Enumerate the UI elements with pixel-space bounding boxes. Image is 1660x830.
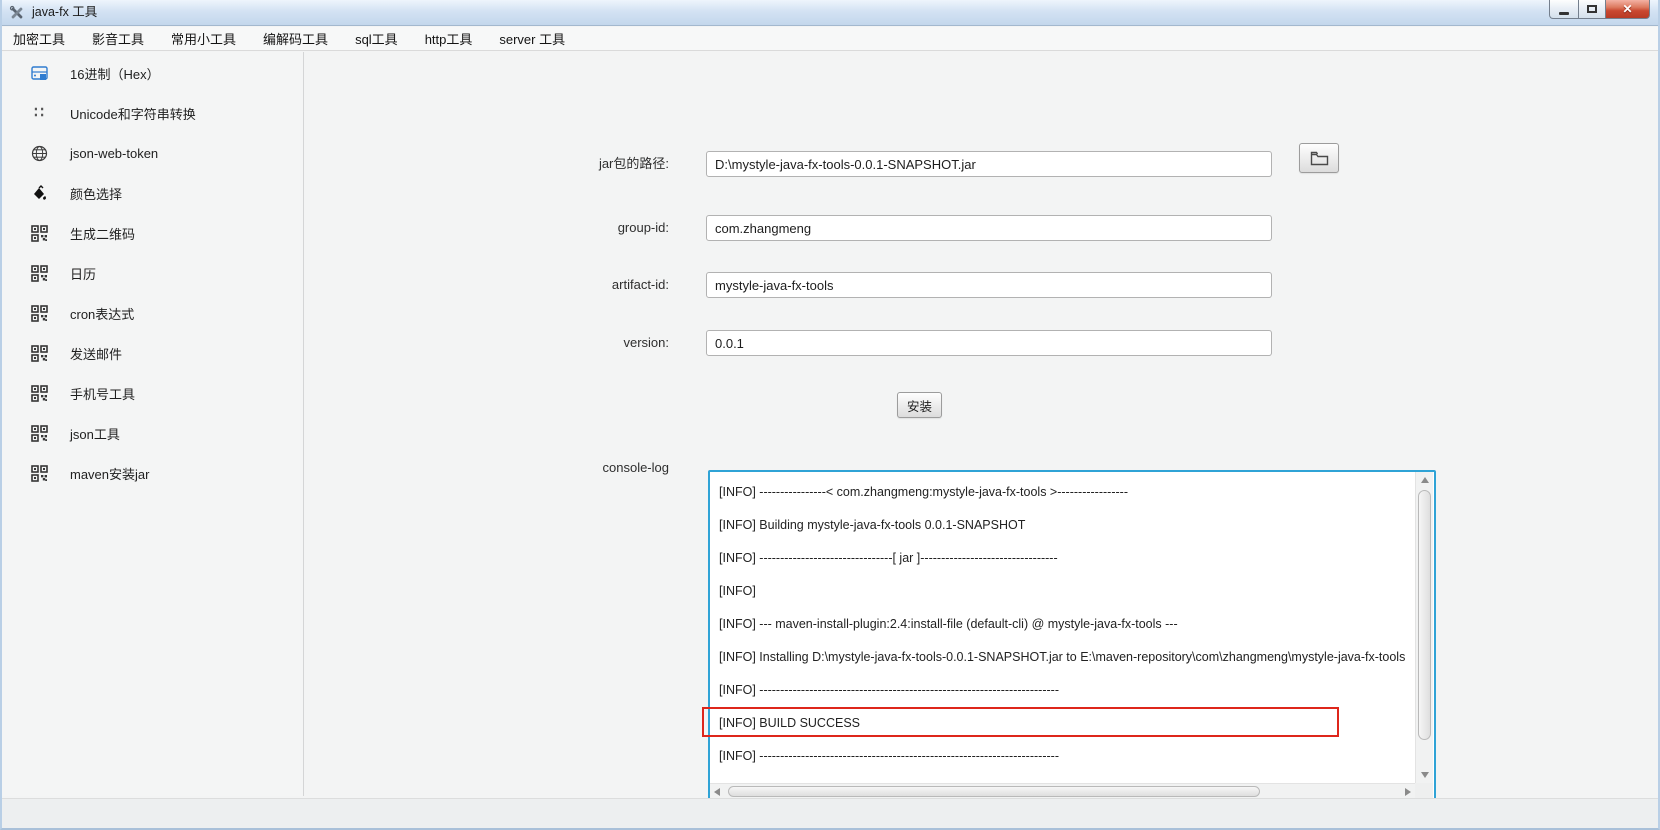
console-line: [INFO] Building mystyle-java-fx-tools 0.…	[719, 509, 1413, 542]
minimize-button[interactable]	[1549, 0, 1579, 19]
sidebar-item-label: 16进制（Hex）	[70, 64, 160, 83]
console-horizontal-scrollbar[interactable]	[710, 783, 1415, 799]
version-input[interactable]	[706, 330, 1272, 356]
minimize-icon	[1559, 12, 1569, 15]
sidebar-item-label: 手机号工具	[70, 384, 135, 403]
jar-path-label: jar包的路径:	[422, 151, 669, 177]
install-button[interactable]: 安装	[897, 392, 942, 418]
sidebar-item-send-email[interactable]: 发送邮件	[2, 333, 303, 373]
close-icon: ✕	[1622, 0, 1632, 19]
sidebar-item-label: Unicode和字符串转换	[70, 104, 196, 123]
qr-code-icon	[30, 344, 48, 362]
group-id-label: group-id:	[422, 215, 669, 241]
scroll-up-arrow-icon[interactable]	[1421, 477, 1429, 483]
app-window: java-fx 工具 ✕ 加密工具 影音工具 常用小工具 编解码工具 sql工具…	[0, 0, 1660, 830]
console-log-label: console-log	[422, 455, 669, 481]
console-line: [INFO] --- maven-install-plugin:2.4:inst…	[719, 608, 1413, 641]
sidebar-item-label: 日历	[70, 264, 96, 283]
sidebar-item-qrcode-generate[interactable]: 生成二维码	[2, 213, 303, 253]
console-line: [INFO] ----------------< com.zhangmeng:m…	[719, 476, 1413, 509]
close-button[interactable]: ✕	[1605, 0, 1650, 19]
qr-code-icon	[30, 224, 48, 242]
sidebar-item-phone-tools[interactable]: 手机号工具	[2, 373, 303, 413]
sidebar-item-color-picker[interactable]: 颜色选择	[2, 173, 303, 213]
qr-code-icon	[30, 304, 48, 322]
console-line: [INFO] ---------------------------------…	[719, 674, 1413, 707]
console-line: [INFO]	[719, 575, 1413, 608]
console-vertical-scrollbar[interactable]	[1415, 472, 1433, 783]
sidebar-item-hex[interactable]: 16进制（Hex）	[2, 53, 303, 93]
menu-http-tools[interactable]: http工具	[425, 29, 473, 48]
sidebar-item-unicode[interactable]: ∷ Unicode和字符串转换	[2, 93, 303, 133]
menu-sql-tools[interactable]: sql工具	[355, 29, 398, 48]
folder-icon	[1310, 151, 1329, 166]
menu-server-tools[interactable]: server 工具	[499, 29, 565, 48]
title-bar: java-fx 工具 ✕	[2, 0, 1658, 26]
sidebar-item-label: 发送邮件	[70, 344, 122, 363]
qr-code-icon	[30, 384, 48, 402]
sidebar-item-label: maven安装jar	[70, 464, 149, 483]
scroll-left-arrow-icon[interactable]	[714, 788, 720, 796]
console-line-build-success: [INFO] BUILD SUCCESS	[719, 707, 1413, 740]
sidebar-item-label: json工具	[70, 424, 120, 443]
horizontal-scrollbar-thumb[interactable]	[728, 786, 1260, 797]
group-id-input[interactable]	[706, 215, 1272, 241]
version-label: version:	[422, 330, 669, 356]
menu-media-tools[interactable]: 影音工具	[92, 29, 144, 48]
browse-folder-button[interactable]	[1299, 143, 1339, 173]
menu-encrypt-tools[interactable]: 加密工具	[13, 29, 65, 48]
sidebar-item-cron[interactable]: cron表达式	[2, 293, 303, 333]
sidebar-item-calendar[interactable]: 日历	[2, 253, 303, 293]
qr-code-icon	[30, 464, 48, 482]
console-line: [INFO] --------------------------------[…	[719, 542, 1413, 575]
sidebar-item-jwt[interactable]: json-web-token	[2, 133, 303, 173]
unicode-icon: ∷	[30, 104, 48, 122]
qr-code-icon	[30, 264, 48, 282]
sidebar-item-label: cron表达式	[70, 304, 134, 323]
artifact-id-label: artifact-id:	[422, 272, 669, 298]
console-log-textarea[interactable]: [INFO] ----------------< com.zhangmeng:m…	[708, 470, 1436, 801]
window-title: java-fx 工具	[32, 0, 97, 25]
window-controls: ✕	[1550, 0, 1650, 19]
vertical-scrollbar-thumb[interactable]	[1418, 490, 1431, 740]
window-bottom-strip	[2, 798, 1658, 828]
console-line: [INFO] ---------------------------------…	[719, 740, 1413, 773]
console-line: [INFO] Installing D:\mystyle-java-fx-too…	[719, 641, 1413, 674]
console-log-content: [INFO] ----------------< com.zhangmeng:m…	[712, 474, 1413, 781]
globe-icon	[30, 144, 48, 162]
color-picker-icon	[30, 184, 48, 202]
menu-bar: 加密工具 影音工具 常用小工具 编解码工具 sql工具 http工具 serve…	[2, 27, 1658, 51]
menu-codec-tools[interactable]: 编解码工具	[263, 29, 328, 48]
sidebar-item-label: 颜色选择	[70, 184, 122, 203]
menu-common-tools[interactable]: 常用小工具	[171, 29, 236, 48]
qr-code-icon	[30, 424, 48, 442]
artifact-id-input[interactable]	[706, 272, 1272, 298]
scroll-down-arrow-icon[interactable]	[1421, 772, 1429, 778]
scroll-right-arrow-icon[interactable]	[1405, 788, 1411, 796]
maximize-icon	[1587, 5, 1597, 13]
scrollbar-corner	[1415, 783, 1433, 799]
jar-path-input[interactable]	[706, 151, 1272, 177]
sidebar-item-maven-install-jar[interactable]: maven安装jar	[2, 453, 303, 493]
hex-icon	[30, 64, 48, 82]
sidebar-item-label: 生成二维码	[70, 224, 135, 243]
sidebar-item-label: json-web-token	[70, 146, 158, 161]
sidebar: 16进制（Hex） ∷ Unicode和字符串转换 json-web-token…	[2, 52, 304, 796]
sidebar-item-json-tools[interactable]: json工具	[2, 413, 303, 453]
maximize-button[interactable]	[1578, 0, 1606, 19]
app-tools-icon	[9, 5, 25, 21]
